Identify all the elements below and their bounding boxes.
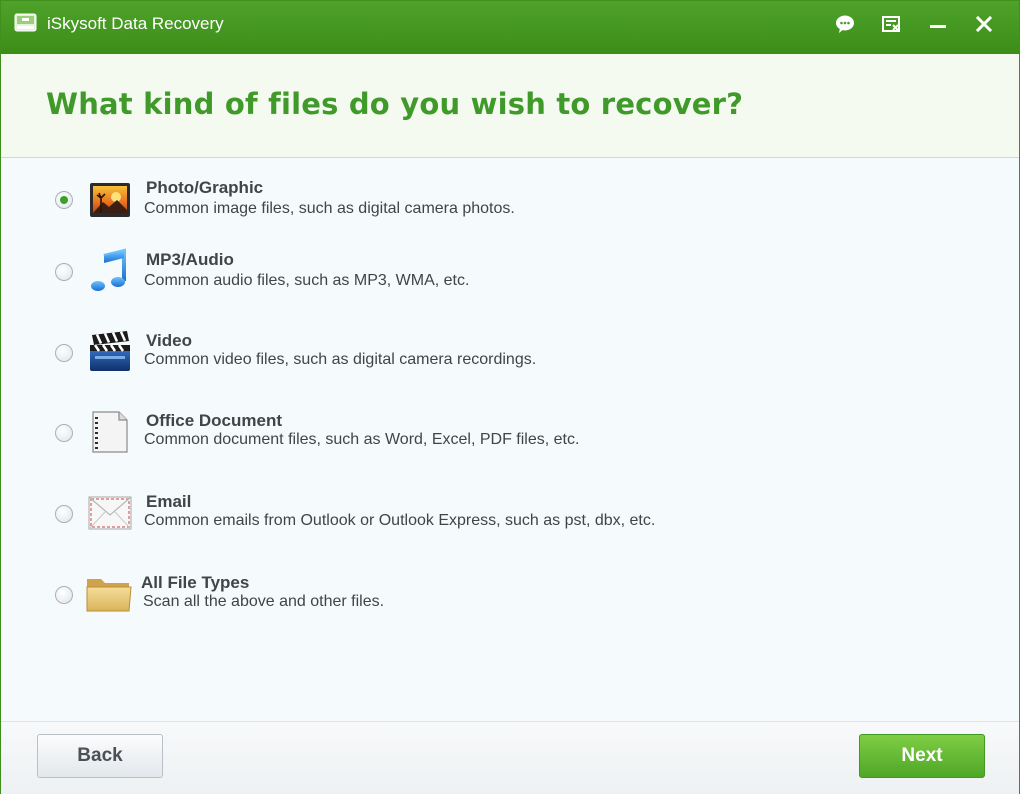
radio-video[interactable] [55,344,73,362]
radio-office-document[interactable] [55,424,73,442]
next-button[interactable]: Next [859,734,985,778]
option-email[interactable]: Email Common emails from Outlook or Outl… [51,490,751,552]
document-icon [89,410,133,454]
option-description: Common document files, such as Word, Exc… [144,431,580,448]
window-title: iSkysoft Data Recovery [47,14,224,33]
option-description: Common audio files, such as MP3, WMA, et… [144,272,470,289]
drive-icon [14,12,37,34]
music-note-icon [89,248,133,292]
app-window: iSkysoft Data Recovery What kind of file… [0,0,1020,794]
footer-bar: Back Next [1,721,1019,794]
clapperboard-icon [87,329,131,373]
register-icon[interactable] [876,9,906,39]
option-label: MP3/Audio [146,250,234,269]
radio-photo-graphic[interactable] [55,191,73,209]
option-label: Email [146,492,192,511]
minimize-icon[interactable] [923,9,953,39]
option-video[interactable]: Video Common video files, such as digita… [51,329,751,391]
photo-icon [89,180,133,224]
option-label: All File Types [141,573,250,592]
envelope-icon [87,494,132,538]
folder-icon [85,573,132,617]
radio-mp3-audio[interactable] [55,263,73,281]
radio-email[interactable] [55,505,73,523]
option-mp3-audio[interactable]: MP3/Audio Common audio files, such as MP… [51,248,751,310]
back-button[interactable]: Back [37,734,163,778]
option-office-document[interactable]: Office Document Common document files, s… [51,409,751,471]
close-icon[interactable] [969,9,999,39]
feedback-icon[interactable] [830,9,860,39]
option-photo-graphic[interactable]: Photo/Graphic Common image files, such a… [51,176,751,238]
radio-all-file-types[interactable] [55,586,73,604]
option-description: Common video files, such as digital came… [144,351,537,368]
page-header: What kind of files do you wish to recove… [1,54,1019,158]
option-description: Common image files, such as digital came… [144,200,515,217]
option-all-file-types[interactable]: All File Types Scan all the above and ot… [51,571,751,633]
option-label: Photo/Graphic [146,178,264,197]
option-description: Common emails from Outlook or Outlook Ex… [144,512,656,529]
option-description: Scan all the above and other files. [143,593,385,610]
page-title: What kind of files do you wish to recove… [46,87,744,121]
option-label: Office Document [146,411,283,430]
option-label: Video [146,331,192,350]
title-bar[interactable]: iSkysoft Data Recovery [1,1,1019,54]
